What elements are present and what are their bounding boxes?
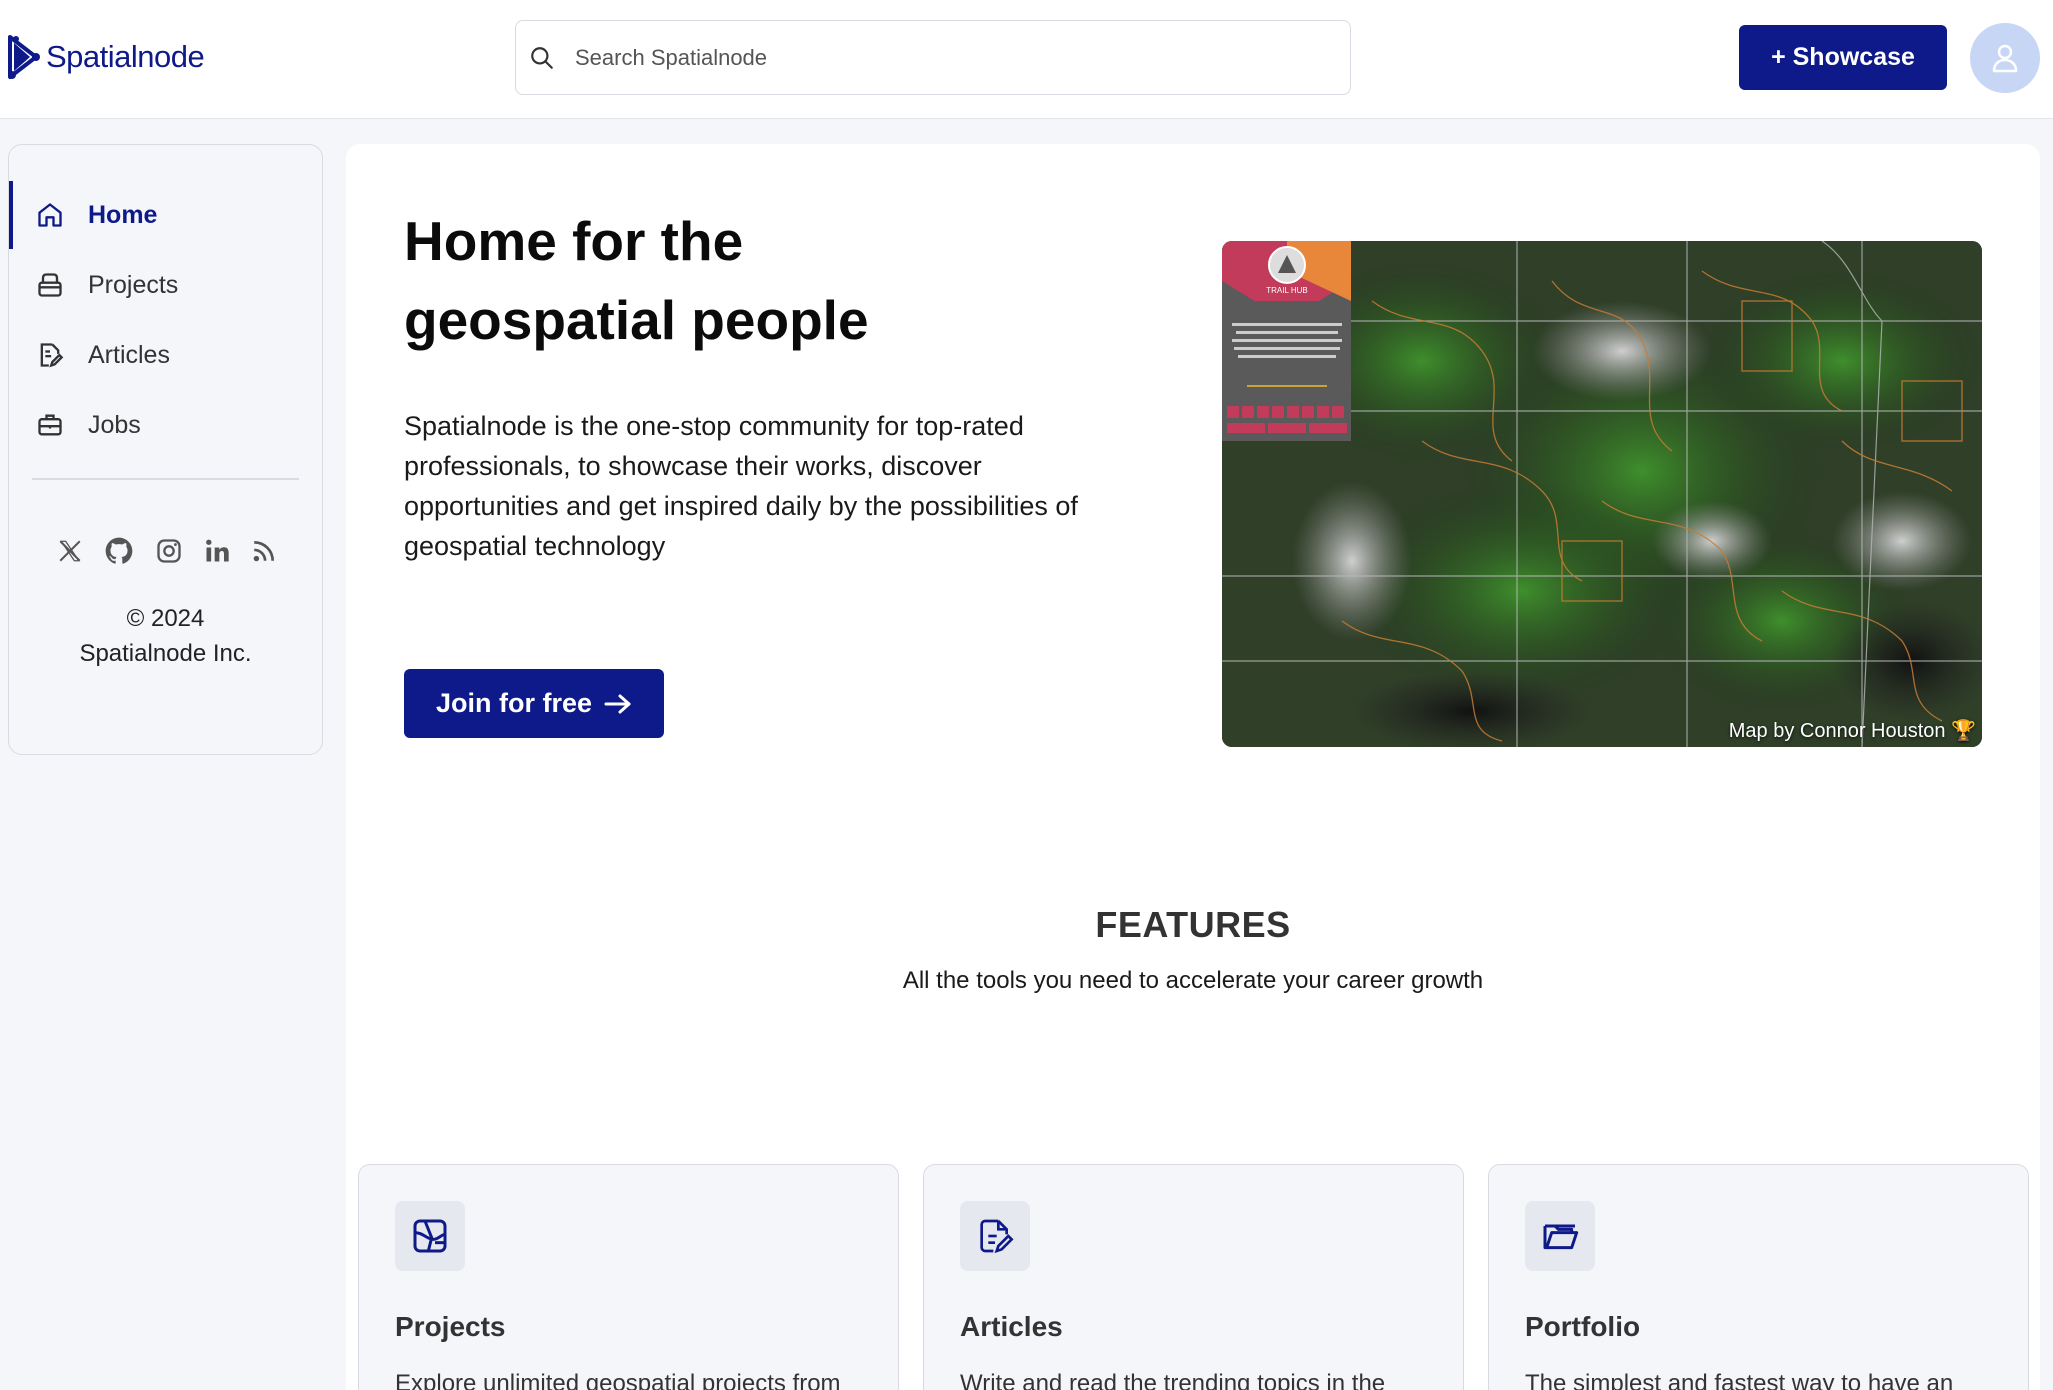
github-icon[interactable] bbox=[103, 535, 135, 567]
feature-card-projects[interactable]: Projects Explore unlimited geospatial pr… bbox=[358, 1164, 899, 1390]
social-links bbox=[57, 531, 277, 571]
map-panel-title: TRAIL HUB bbox=[1266, 286, 1308, 295]
projects-icon bbox=[34, 269, 66, 301]
user-icon bbox=[1992, 44, 2018, 73]
folder-open-icon bbox=[1525, 1201, 1595, 1271]
sidebar-item-home[interactable]: Home bbox=[9, 181, 322, 249]
map-credit: Map by Connor Houston 🏆 bbox=[1728, 720, 1976, 742]
card-description: Write and read the trending topics in th… bbox=[960, 1370, 1386, 1390]
logo-text: Spatialnode bbox=[46, 39, 205, 74]
rss-icon[interactable] bbox=[251, 538, 277, 564]
sidebar-item-label: Jobs bbox=[88, 410, 141, 439]
sidebar: Home Projects Articles Jobs © 2024 Spati… bbox=[8, 144, 323, 755]
features-subtitle: All the tools you need to accelerate you… bbox=[902, 967, 1484, 994]
card-title: Portfolio bbox=[1525, 1311, 1641, 1342]
search-input[interactable] bbox=[575, 44, 1315, 71]
feature-card-portfolio[interactable]: Portfolio The simplest and fastest way t… bbox=[1488, 1164, 2029, 1390]
search-icon bbox=[531, 46, 553, 69]
avatar[interactable] bbox=[1970, 23, 2040, 93]
search-bar[interactable] bbox=[515, 20, 1351, 95]
card-title: Projects bbox=[395, 1311, 506, 1342]
sidebar-item-articles[interactable]: Articles bbox=[9, 321, 322, 389]
sidebar-item-label: Home bbox=[88, 200, 158, 229]
document-edit-icon bbox=[960, 1201, 1030, 1271]
join-for-free-button[interactable]: Join for free bbox=[404, 669, 664, 738]
card-title: Articles bbox=[960, 1311, 1063, 1342]
sidebar-item-jobs[interactable]: Jobs bbox=[9, 391, 322, 459]
card-description: The simplest and fastest way to have an bbox=[1525, 1370, 1954, 1390]
logo-icon bbox=[8, 35, 40, 79]
copyright: © 2024 Spatialnode Inc. bbox=[9, 601, 322, 671]
sidebar-item-label: Projects bbox=[88, 270, 179, 299]
hero-title: Home for the geospatial people bbox=[404, 202, 1104, 360]
home-icon bbox=[34, 199, 66, 231]
sidebar-item-label: Articles bbox=[88, 340, 170, 369]
x-icon[interactable] bbox=[57, 538, 83, 564]
hero-map-image: TRAIL HUB Map by Connor Houston 🏆 bbox=[1222, 241, 1982, 747]
features-title: FEATURES bbox=[1095, 904, 1291, 945]
logo[interactable]: Spatialnode bbox=[6, 33, 205, 81]
arrow-right-icon bbox=[604, 694, 631, 713]
card-description: Explore unlimited geospatial projects fr… bbox=[395, 1370, 841, 1390]
briefcase-icon bbox=[34, 409, 66, 441]
articles-icon bbox=[34, 339, 66, 371]
map-icon bbox=[395, 1201, 465, 1271]
instagram-icon[interactable] bbox=[155, 537, 183, 565]
hero-description: Spatialnode is the one-stop community fo… bbox=[404, 411, 1078, 561]
join-button-label: Join for free bbox=[435, 688, 593, 718]
copyright-year: © 2024 bbox=[126, 605, 205, 632]
sidebar-item-projects[interactable]: Projects bbox=[9, 251, 322, 319]
showcase-button[interactable]: + Showcase bbox=[1739, 25, 1947, 90]
feature-card-articles[interactable]: Articles Write and read the trending top… bbox=[923, 1164, 1464, 1390]
satellite-map: TRAIL HUB bbox=[1222, 241, 1982, 747]
linkedin-icon[interactable] bbox=[203, 537, 231, 565]
main-content: Home for the geospatial people Spatialno… bbox=[346, 144, 2040, 1390]
top-header: Spatialnode + Showcase bbox=[0, 0, 2053, 119]
sidebar-divider bbox=[32, 478, 299, 480]
hero-title-line1: Home for the bbox=[404, 210, 744, 272]
hero-title-line2: geospatial people bbox=[404, 289, 869, 351]
copyright-company: Spatialnode Inc. bbox=[79, 640, 252, 667]
